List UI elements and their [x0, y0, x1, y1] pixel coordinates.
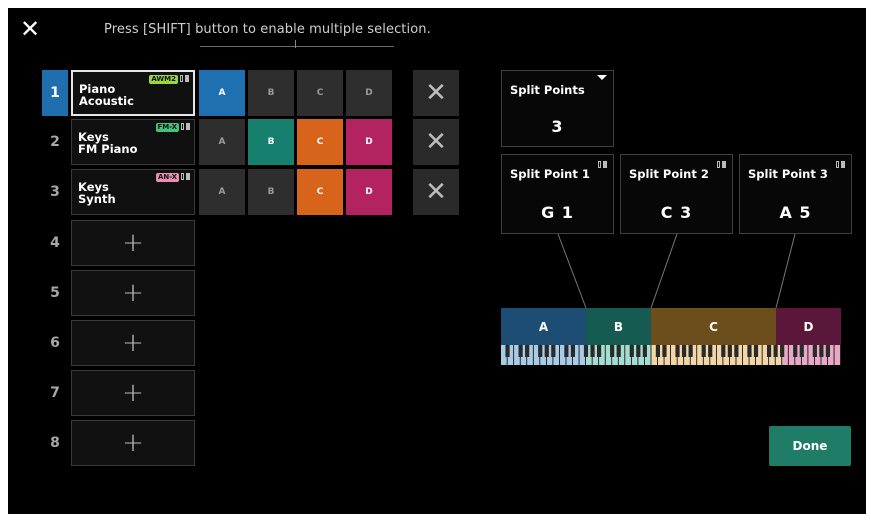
part-number-4: 4	[50, 235, 60, 251]
split-point-3-title: Split Point 3	[748, 167, 828, 181]
part-number-8: 8	[50, 435, 60, 451]
part-number-5: 5	[50, 285, 60, 301]
split-points-selector[interactable]: Split Points 3	[501, 70, 614, 147]
delete-part-1-button[interactable]: ✕	[413, 70, 459, 116]
toggle-icon	[598, 161, 607, 168]
zone-a-toggle-part-3[interactable]: A	[199, 169, 245, 215]
part-number-1: 1	[42, 70, 68, 116]
part-button-2[interactable]: Keys FM Piano FM-X	[71, 119, 195, 165]
zone-c-toggle-part-3[interactable]: C	[297, 169, 343, 215]
engine-badge: AWM2	[149, 75, 178, 84]
done-button[interactable]: Done	[769, 426, 851, 466]
plus-icon: +	[122, 278, 144, 308]
zone-d-toggle-part-2[interactable]: D	[346, 119, 392, 165]
part-name: FM Piano	[78, 142, 138, 156]
zone-a-toggle-part-1[interactable]: A	[199, 70, 245, 116]
split-point-2[interactable]: Split Point 2 C 3	[620, 154, 733, 234]
keyboard-zone-b: B	[586, 308, 651, 345]
zone-b-toggle-part-3[interactable]: B	[248, 169, 294, 215]
zone-c-toggle-part-1[interactable]: C	[297, 70, 343, 116]
part-name: Synth	[78, 192, 116, 206]
split-point-3-value: A 5	[779, 203, 812, 222]
part-name: Acoustic	[79, 94, 134, 108]
split-points-title: Split Points	[510, 83, 585, 97]
split-point-3[interactable]: Split Point 3 A 5	[739, 154, 852, 234]
part-number-7: 7	[50, 385, 60, 401]
add-part-button-8[interactable]: +	[71, 420, 195, 466]
split-point-1[interactable]: Split Point 1 G 1	[501, 154, 614, 234]
shift-hint: Press [SHIFT] button to enable multiple …	[104, 22, 431, 37]
split-point-2-value: C 3	[660, 203, 693, 222]
add-part-button-4[interactable]: +	[71, 220, 195, 266]
toggle-icon	[836, 161, 845, 168]
plus-icon: +	[122, 428, 144, 458]
zone-d-toggle-part-3[interactable]: D	[346, 169, 392, 215]
screen: ✕ Press [SHIFT] button to enable multipl…	[8, 8, 866, 514]
plus-icon: +	[122, 378, 144, 408]
part-button-3[interactable]: Keys Synth AN-X	[71, 169, 195, 215]
toggle-icon	[180, 75, 189, 82]
part-button-1[interactable]: Piano Acoustic AWM2	[71, 70, 195, 116]
split-points-count: 3	[551, 117, 564, 136]
plus-icon: +	[122, 228, 144, 258]
split-point-1-value: G 1	[541, 203, 574, 222]
zone-c-toggle-part-2[interactable]: C	[297, 119, 343, 165]
split-point-1-title: Split Point 1	[510, 167, 590, 181]
zone-d-toggle-part-1[interactable]: D	[346, 70, 392, 116]
delete-part-2-button[interactable]: ✕	[413, 119, 459, 165]
zone-b-toggle-part-1[interactable]: B	[248, 70, 294, 116]
keyboard-zone-c: C	[651, 308, 776, 345]
toggle-icon	[181, 173, 190, 180]
part-number-6: 6	[50, 335, 60, 351]
engine-badge: AN-X	[155, 173, 179, 182]
plus-icon: +	[122, 328, 144, 358]
split-point-2-title: Split Point 2	[629, 167, 709, 181]
toggle-icon	[181, 123, 190, 130]
hint-divider-tick	[295, 40, 296, 48]
keyboard-zone-d-label: D	[803, 319, 814, 334]
keyboard-zone-a-label: A	[538, 319, 549, 334]
add-part-button-6[interactable]: +	[71, 320, 195, 366]
hint-divider	[200, 46, 394, 47]
keyboard-zone-d: D	[776, 308, 841, 345]
keyboard-zone-b-label: B	[613, 319, 624, 334]
keyboard-keys	[501, 345, 841, 365]
add-part-button-7[interactable]: +	[71, 370, 195, 416]
part-number-2: 2	[50, 134, 60, 150]
keyboard-zone-c-label: C	[709, 319, 718, 334]
part-number-3: 3	[50, 184, 60, 200]
delete-part-3-button[interactable]: ✕	[413, 169, 459, 215]
keyboard-zone-a: A	[501, 308, 586, 345]
zone-a-toggle-part-2[interactable]: A	[199, 119, 245, 165]
close-icon[interactable]: ✕	[20, 16, 40, 42]
dropdown-caret-icon	[597, 75, 607, 80]
toggle-icon	[717, 161, 726, 168]
engine-badge: FM-X	[155, 123, 179, 132]
add-part-button-5[interactable]: +	[71, 270, 195, 316]
zone-b-toggle-part-2[interactable]: B	[248, 119, 294, 165]
